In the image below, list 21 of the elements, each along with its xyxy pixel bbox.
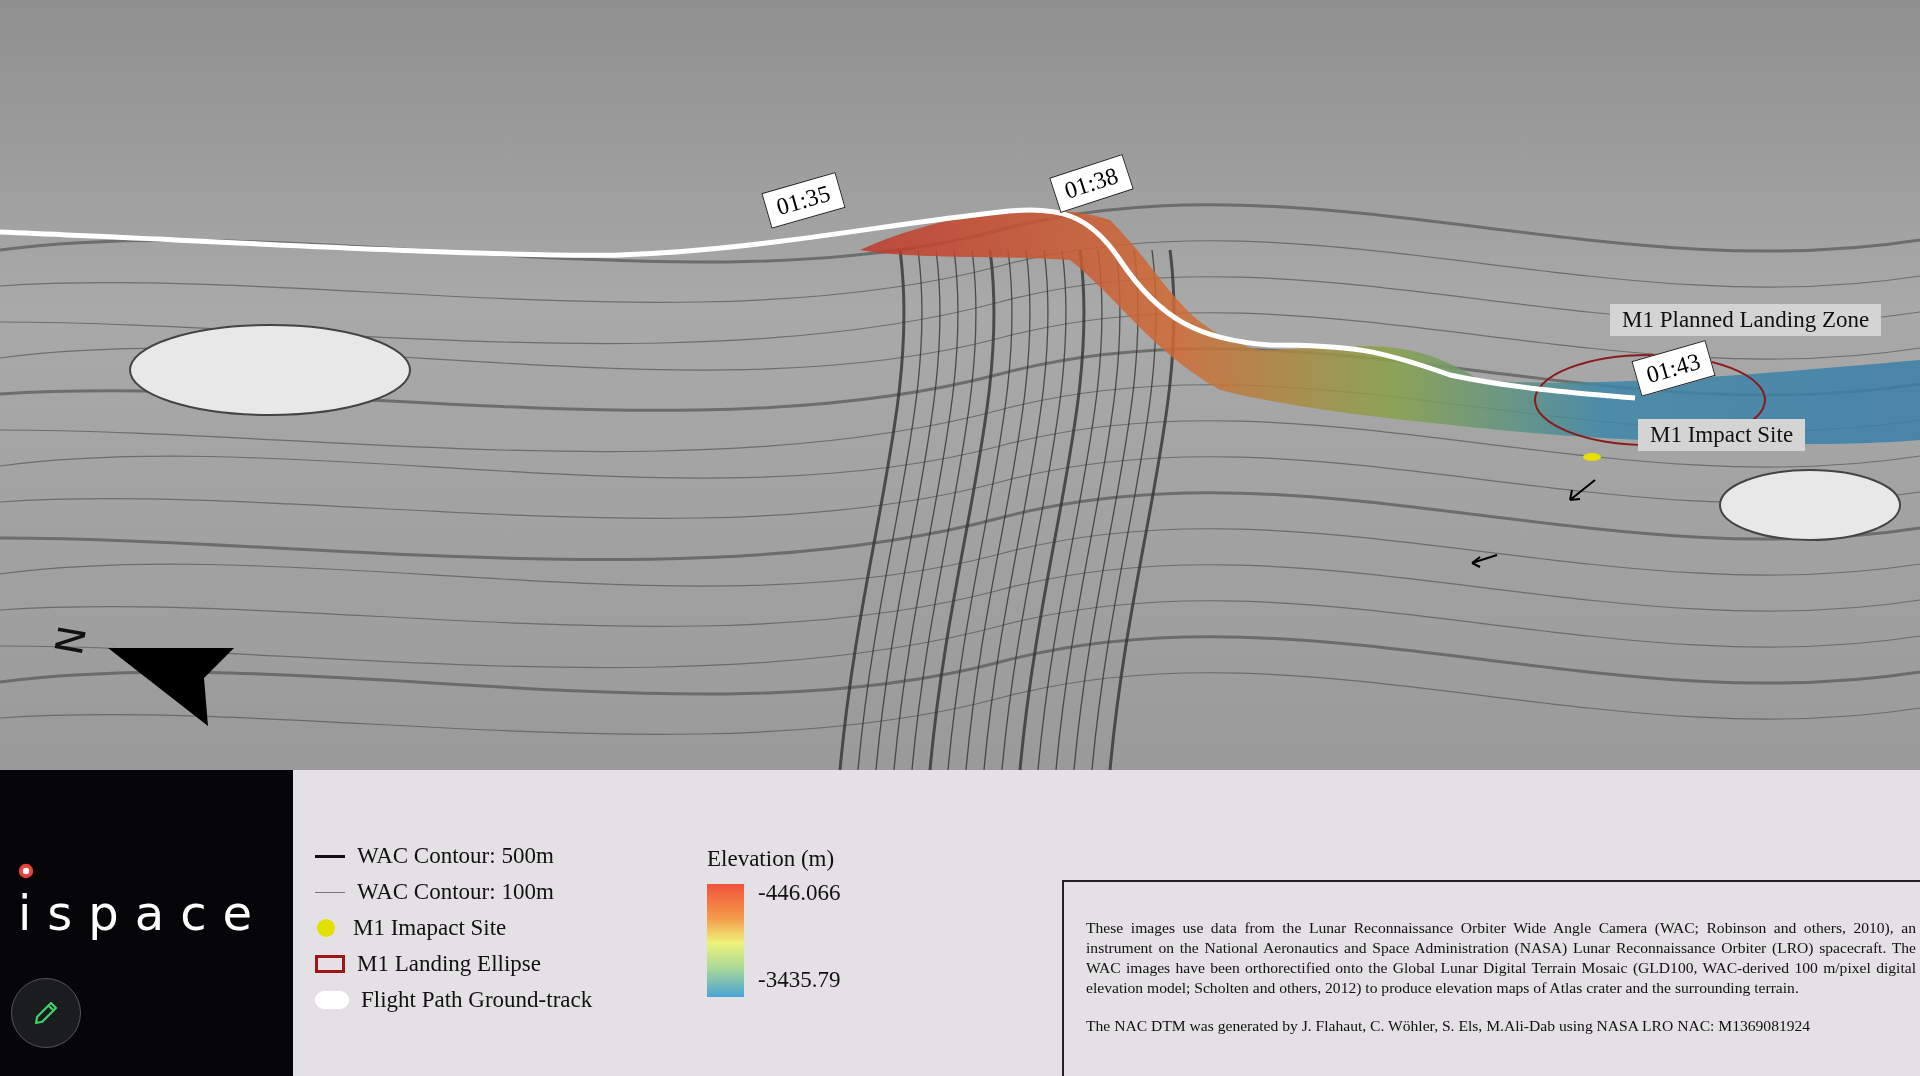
- credits-paragraph: The NAC DTM was generated by J. Flahaut, C. Wöhler, S. Els, M.Ali-Dab using NASA LRO NAC: M1369081924: [1086, 1016, 1812, 1036]
- thin-line-swatch: [315, 891, 345, 893]
- legend-label: WAC Contour: 100m: [357, 879, 554, 905]
- logo-text: ispace: [18, 885, 269, 941]
- outline-swatch: [315, 955, 345, 973]
- elevation-title: Elevation (m): [707, 846, 836, 872]
- legend-label: M1 Imapact Site: [353, 915, 507, 941]
- scale-max-value: -446.066: [758, 880, 841, 906]
- thick-line-swatch: [315, 854, 345, 858]
- north-arrow-icon: [108, 648, 234, 726]
- dot-swatch: [317, 919, 335, 937]
- place-label: M1 Planned Landing Zone: [1610, 304, 1882, 336]
- credits-paragraph: These images use data from the Lunar Reconnaissance Orbiter Wide Angle Camera (WAC; Robinson and others, 2010), an instrument on the National Aeronautics and Space Administration (NASA) Lunar Reconnaissance Orbiter (LRO) spacecraft. The WAC images have been orthorectified onto the Global Lunar Digital Terrain Mosaic (GLD100, WAC-derived 100 m/pixel digital elevation model; Scholten and others, 2012) to produce elevation maps of Atlas crater and the surrounding terrain.: [1086, 918, 1916, 998]
- scale-min-value: -3435.79: [758, 967, 841, 993]
- legend-label: M1 Landing Ellipse: [357, 951, 541, 977]
- legend-label: Flight Path Ground-track: [361, 987, 593, 1013]
- north-label: N: [45, 622, 94, 658]
- track-swatch: [315, 991, 349, 1009]
- starburst-icon: [18, 863, 34, 879]
- place-label: M1 Impact Site: [1638, 419, 1806, 451]
- legend-label: WAC Contour: 500m: [357, 843, 554, 869]
